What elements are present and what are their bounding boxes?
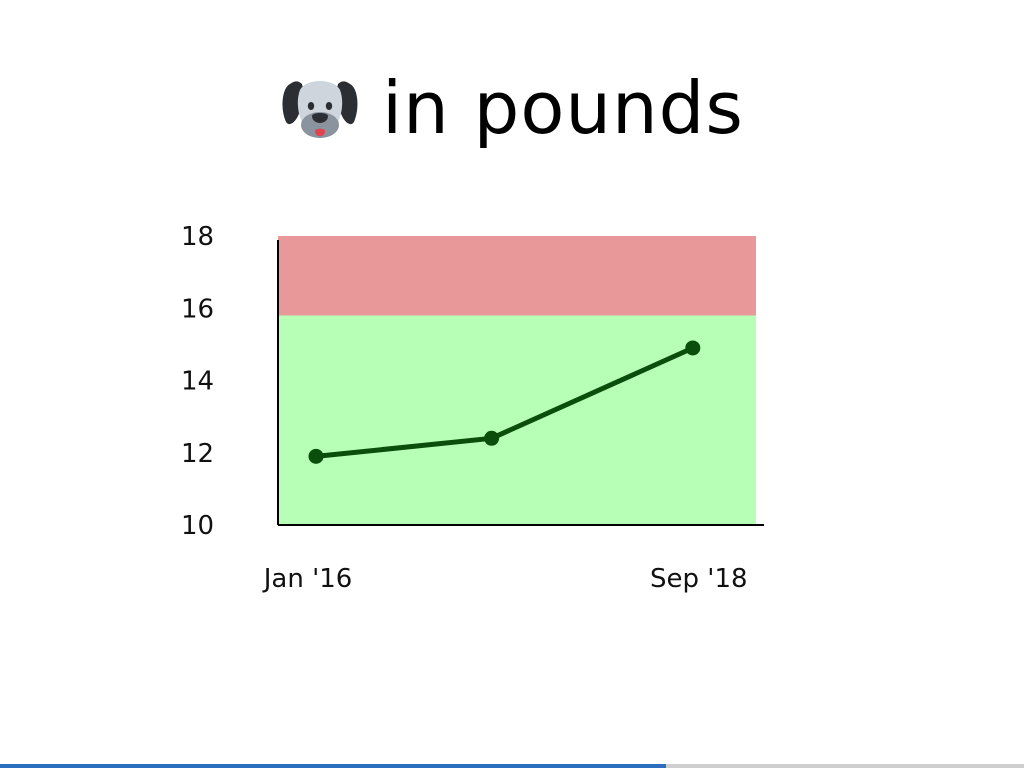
data-point — [685, 340, 701, 356]
weight-chart: 18 16 14 12 10 Jan '16 Sep '18 — [181, 222, 764, 594]
y-tick-label: 16 — [181, 294, 214, 324]
slide: in pounds 18 16 14 12 10 Jan '16 Sep '18 — [0, 0, 1024, 768]
y-tick-label: 18 — [181, 222, 214, 252]
data-point — [484, 430, 500, 446]
slide-progress-fill — [0, 764, 666, 768]
data-point — [308, 448, 324, 464]
y-tick-label: 12 — [181, 439, 214, 469]
y-axis-ticks: 18 16 14 12 10 — [181, 222, 214, 541]
x-tick-label: Sep '18 — [650, 564, 748, 594]
range-bands — [278, 236, 756, 525]
y-tick-label: 14 — [181, 367, 214, 397]
range-band-0 — [278, 315, 756, 525]
x-axis-ticks: Jan '16 Sep '18 — [262, 564, 748, 594]
x-tick-label: Jan '16 — [262, 564, 353, 594]
slide-progress-bar — [0, 764, 1024, 768]
range-band-1 — [278, 236, 756, 316]
y-tick-label: 10 — [181, 511, 214, 541]
